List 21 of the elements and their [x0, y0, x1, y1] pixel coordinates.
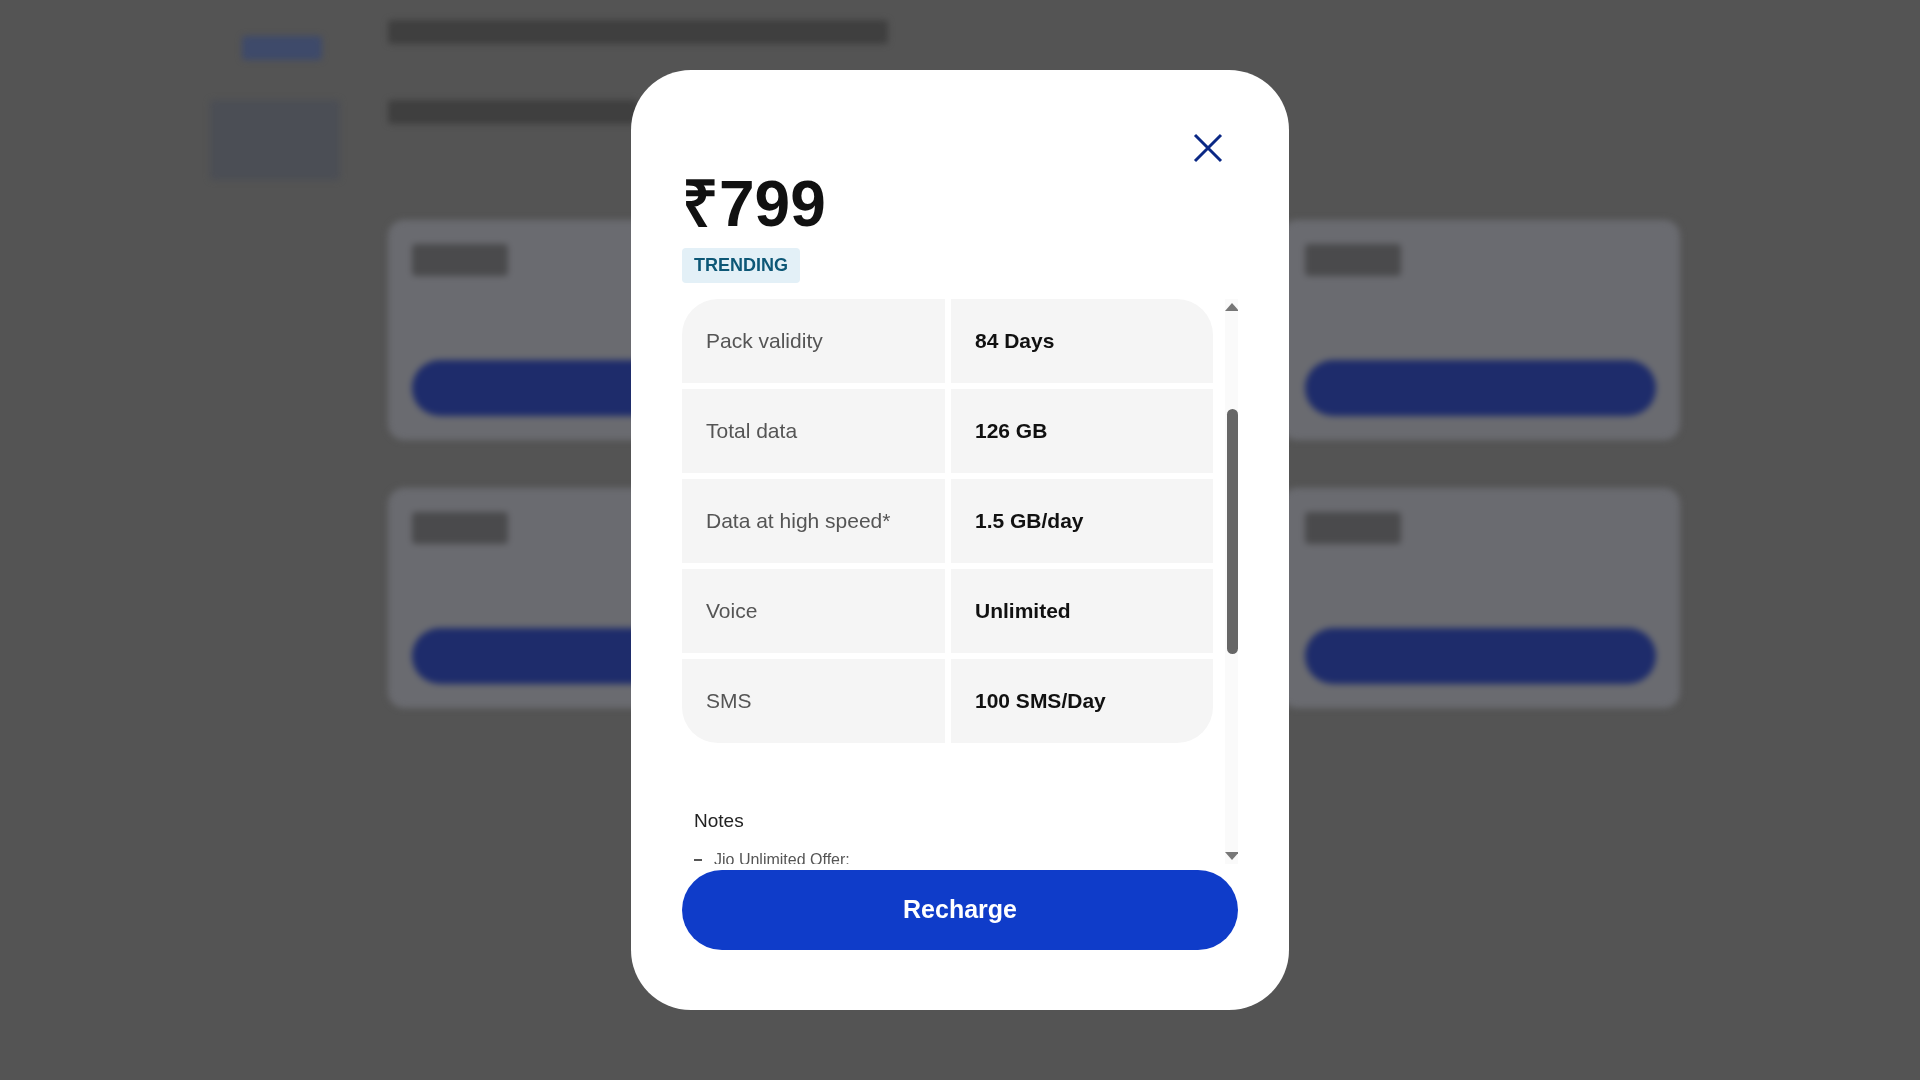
plan-price: ₹799: [682, 172, 827, 236]
detail-value: 1.5 GB/day: [951, 479, 1213, 563]
detail-label: Pack validity: [682, 299, 945, 383]
scrollbar-thumb[interactable]: [1226, 409, 1238, 654]
notes-heading: Notes: [694, 809, 745, 833]
recharge-button[interactable]: Recharge: [682, 870, 1238, 950]
scroll-up-icon: [1225, 303, 1238, 311]
detail-label: SMS: [682, 659, 945, 743]
detail-value: 84 Days: [951, 299, 1213, 383]
detail-label: Total data: [682, 389, 945, 473]
bullet-icon: [694, 858, 702, 861]
detail-value: 126 GB: [951, 389, 1213, 473]
scroll-down-icon: [1225, 852, 1238, 860]
trending-badge: TRENDING: [682, 248, 800, 283]
scrollbar[interactable]: [1225, 299, 1238, 864]
detail-value: Unlimited: [951, 569, 1213, 653]
detail-label: Data at high speed*: [682, 479, 945, 563]
note-text: Jio Unlimited Offer:: [714, 849, 850, 864]
detail-value: 100 SMS/Day: [951, 659, 1213, 743]
close-icon: [1193, 133, 1223, 163]
detail-label: Voice: [682, 569, 945, 653]
